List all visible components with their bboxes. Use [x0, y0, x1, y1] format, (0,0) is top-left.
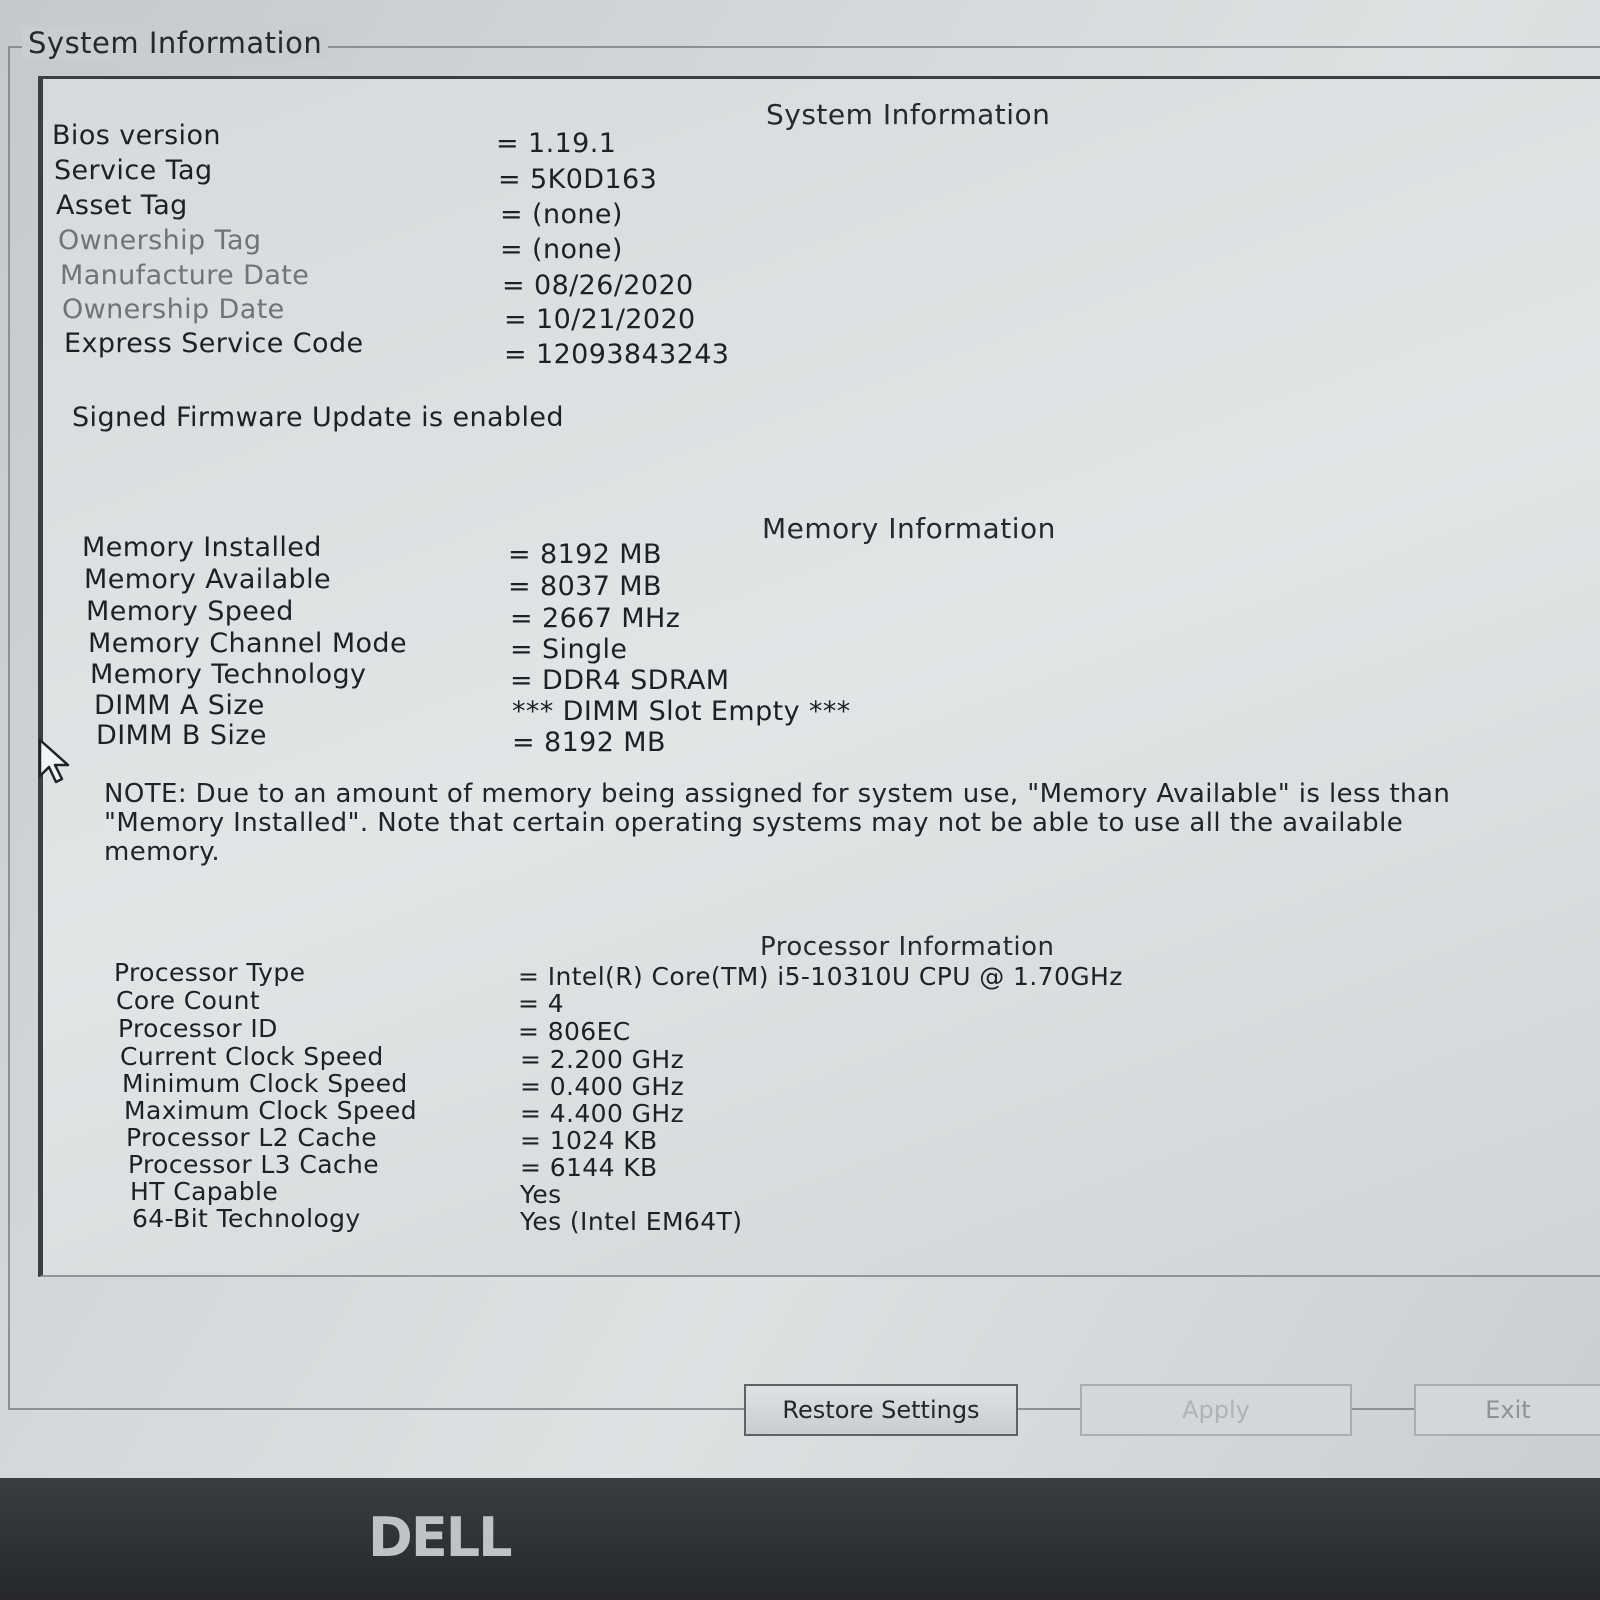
memory-value: = 8037 MB	[508, 571, 662, 602]
laptop-bezel	[0, 1478, 1600, 1600]
processor-label: Core Count	[116, 986, 261, 1015]
memory-label: Memory Available	[84, 564, 332, 595]
firmware-update-status: Signed Firmware Update is enabled	[72, 402, 564, 433]
restore-settings-button[interactable]: Restore Settings	[744, 1384, 1018, 1436]
memory-label: DIMM B Size	[96, 720, 267, 751]
info-label: Service Tag	[54, 155, 213, 186]
processor-label: Processor Type	[114, 958, 306, 987]
processor-label: Maximum Clock Speed	[124, 1096, 417, 1125]
memory-label: Memory Channel Mode	[88, 628, 407, 659]
processor-label: Processor ID	[118, 1014, 278, 1043]
memory-label: DIMM A Size	[94, 690, 265, 721]
exit-button[interactable]: Exit	[1414, 1384, 1600, 1436]
processor-value: = 1024 KB	[520, 1126, 658, 1155]
processor-label: Processor L3 Cache	[128, 1150, 380, 1179]
processor-value: Yes	[520, 1180, 562, 1209]
memory-label: Memory Speed	[86, 596, 294, 627]
processor-label: 64-Bit Technology	[132, 1204, 361, 1233]
processor-value: = 0.400 GHz	[520, 1072, 685, 1101]
apply-button[interactable]: Apply	[1080, 1384, 1352, 1436]
group-title: System Information	[22, 26, 329, 60]
memory-section-title: Memory Information	[762, 512, 1056, 545]
dell-logo: DELL	[368, 1506, 513, 1569]
processor-value: = 4	[518, 989, 564, 1018]
processor-label: Current Clock Speed	[120, 1042, 384, 1071]
info-value: = (none)	[500, 199, 623, 230]
memory-value: = 8192 MB	[512, 727, 666, 758]
memory-value: = 2667 MHz	[510, 603, 681, 634]
info-label: Ownership Date	[62, 294, 285, 325]
processor-label: Processor L2 Cache	[126, 1123, 378, 1152]
info-label: Ownership Tag	[58, 225, 262, 256]
processor-label: Minimum Clock Speed	[122, 1069, 408, 1098]
bios-screen: System Information System Information Bi…	[0, 0, 1600, 1478]
info-label: Asset Tag	[56, 190, 188, 221]
memory-value: = DDR4 SDRAM	[510, 665, 730, 696]
processor-value: = 2.200 GHz	[520, 1045, 685, 1074]
info-label: Manufacture Date	[60, 260, 310, 291]
info-value: = 1.19.1	[496, 128, 617, 159]
processor-value: = 806EC	[518, 1017, 631, 1046]
info-value: = 08/26/2020	[502, 270, 694, 301]
processor-value: = Intel(R) Core(TM) i5-10310U CPU @ 1.70…	[518, 962, 1123, 991]
memory-value: = 8192 MB	[508, 539, 662, 570]
processor-section-title: Processor Information	[760, 932, 1055, 962]
processor-label: HT Capable	[130, 1177, 279, 1206]
info-label: Express Service Code	[64, 328, 364, 359]
memory-note: NOTE: Due to an amount of memory being a…	[104, 779, 1451, 867]
info-value: = 10/21/2020	[504, 304, 696, 335]
memory-label: Memory Technology	[90, 659, 367, 690]
info-value: = 5K0D163	[498, 164, 658, 195]
processor-value: Yes (Intel EM64T)	[520, 1207, 743, 1236]
mouse-pointer-icon	[38, 738, 70, 784]
memory-value: = Single	[510, 634, 628, 665]
processor-value: = 6144 KB	[520, 1153, 658, 1182]
info-label: Bios version	[52, 120, 221, 151]
info-value: = (none)	[500, 234, 623, 265]
info-value: = 12093843243	[504, 339, 730, 370]
memory-label: Memory Installed	[82, 532, 322, 563]
memory-value: *** DIMM Slot Empty ***	[512, 696, 851, 727]
processor-value: = 4.400 GHz	[520, 1099, 685, 1128]
system-section-title: System Information	[766, 98, 1051, 131]
